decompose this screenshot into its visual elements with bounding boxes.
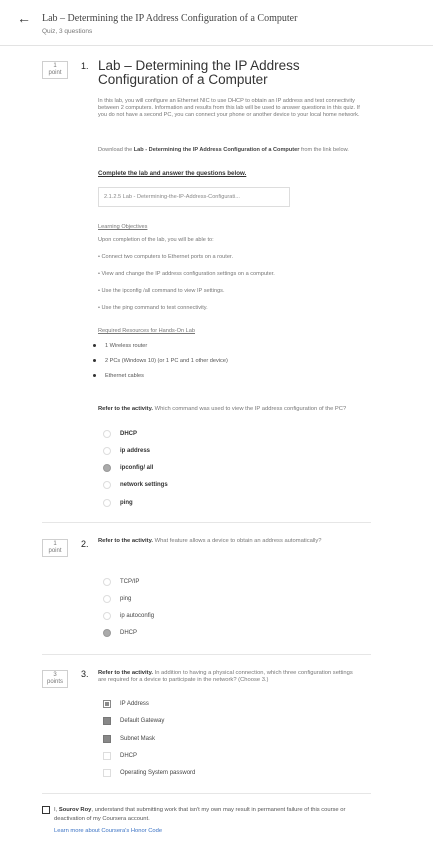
q3-points-badge: 3 points bbox=[42, 670, 68, 688]
radio-button-selected[interactable] bbox=[103, 464, 111, 472]
option-label: IP Address bbox=[120, 701, 149, 707]
option-label: Default Gateway bbox=[120, 718, 165, 724]
q1-points-value: 1 bbox=[53, 63, 57, 69]
q3-prompt-bold: Refer to the activity. bbox=[98, 670, 153, 676]
checkbox-checked[interactable] bbox=[103, 717, 111, 725]
q2-prompt-text: What feature allows a device to obtain a… bbox=[152, 538, 322, 544]
radio-button[interactable] bbox=[103, 481, 111, 489]
divider bbox=[42, 793, 371, 794]
objectives-heading: Learning Objectives bbox=[98, 224, 148, 230]
option-label: network settings bbox=[120, 482, 168, 488]
option-label: Operating System password bbox=[120, 770, 196, 776]
q1-number: 1. bbox=[81, 61, 89, 71]
bullet-icon bbox=[93, 374, 96, 378]
objective-item: • View and change the IP address configu… bbox=[98, 271, 275, 277]
radio-button[interactable] bbox=[103, 578, 111, 586]
checkbox-checked[interactable] bbox=[103, 700, 111, 708]
honor-text: , understand that submitting work that i… bbox=[54, 807, 346, 822]
resource-label: Ethernet cables bbox=[105, 373, 144, 379]
q1-download-text: Download the Lab - Determining the IP Ad… bbox=[98, 147, 360, 154]
resource-label: 1 Wireless router bbox=[105, 343, 148, 349]
quiz-title: Lab – Determining the IP Address Configu… bbox=[42, 13, 298, 24]
radio-button[interactable] bbox=[103, 595, 111, 603]
q2-prompt: Refer to the activity. What feature allo… bbox=[98, 538, 360, 545]
resource-item: 2 PCs (Windows 10) (or 1 PC and 1 other … bbox=[93, 358, 228, 364]
q3-points-value: 3 bbox=[53, 672, 57, 678]
q1-title: Lab – Determining the IP Address Configu… bbox=[98, 58, 300, 87]
bullet-icon bbox=[93, 344, 96, 348]
divider bbox=[42, 654, 371, 655]
q2-prompt-bold: Refer to the activity. bbox=[98, 538, 153, 544]
radio-button[interactable] bbox=[103, 447, 111, 455]
q3-prompt: Refer to the activity. In addition to ha… bbox=[98, 670, 360, 684]
download-prefix: Download the bbox=[98, 147, 134, 153]
option-label: ipconfig/ all bbox=[120, 465, 154, 471]
honor-code-statement: I, Sourov Roy, understand that submittin… bbox=[54, 806, 372, 824]
checkbox[interactable] bbox=[103, 752, 111, 760]
download-suffix: from the link below. bbox=[299, 147, 349, 153]
divider bbox=[42, 522, 371, 523]
honor-code-checkbox[interactable] bbox=[42, 806, 50, 814]
q2-points-value: 1 bbox=[53, 541, 57, 547]
q1-prompt: Refer to the activity. Which command was… bbox=[98, 406, 360, 413]
q1-intro: In this lab, you will configure an Ether… bbox=[98, 98, 360, 118]
option-label: ip address bbox=[120, 448, 151, 454]
resources-heading: Required Resources for Hands-On Lab bbox=[98, 328, 196, 334]
q1-prompt-text: Which command was used to view the IP ad… bbox=[152, 406, 347, 412]
complete-lab-instruction: Complete the lab and answer the question… bbox=[98, 170, 247, 177]
radio-button[interactable] bbox=[103, 430, 111, 438]
arrow-left-icon[interactable]: ← bbox=[17, 11, 31, 25]
q2-number: 2. bbox=[81, 539, 89, 549]
learner-name: Sourov Roy bbox=[58, 807, 92, 813]
quiz-header: ← Lab – Determining the IP Address Confi… bbox=[0, 0, 433, 46]
q3-number: 3. bbox=[81, 669, 89, 679]
objective-item: • Connect two computers to Ethernet port… bbox=[98, 254, 234, 260]
q1-prompt-bold: Refer to the activity. bbox=[98, 406, 153, 412]
q2-points-word: point bbox=[48, 548, 62, 554]
checkbox-checked[interactable] bbox=[103, 735, 111, 743]
option-label: TCP/IP bbox=[120, 579, 140, 585]
radio-button-selected[interactable] bbox=[103, 629, 111, 637]
option-label: ping bbox=[120, 596, 132, 602]
q1-points-badge: 1 point bbox=[42, 61, 68, 79]
lab-file-attachment[interactable]: 2.1.2.5 Lab - Determining-the-IP-Address… bbox=[98, 187, 290, 207]
resource-item: Ethernet cables bbox=[93, 373, 144, 379]
quiz-subtitle: Quiz, 3 questions bbox=[42, 28, 93, 35]
option-label: DHCP bbox=[120, 431, 138, 437]
q2-points-badge: 1 point bbox=[42, 539, 68, 557]
resource-label: 2 PCs (Windows 10) (or 1 PC and 1 other … bbox=[105, 358, 228, 364]
option-label: DHCP bbox=[120, 630, 138, 636]
radio-button[interactable] bbox=[103, 499, 111, 507]
honor-code-link[interactable]: Learn more about Coursera's Honor Code bbox=[54, 828, 162, 834]
option-label: Subnet Mask bbox=[120, 736, 156, 742]
objective-item: • Use the ipconfig /all command to view … bbox=[98, 288, 225, 294]
objectives-intro: Upon completion of the lab, you will be … bbox=[98, 237, 214, 243]
option-label: ping bbox=[120, 500, 133, 506]
objective-item: • Use the ping command to test connectiv… bbox=[98, 305, 208, 311]
checkbox[interactable] bbox=[103, 769, 111, 777]
option-label: DHCP bbox=[120, 753, 138, 759]
resource-item: 1 Wireless router bbox=[93, 343, 147, 349]
q1-points-word: point bbox=[48, 70, 62, 76]
q3-points-word: points bbox=[46, 679, 63, 685]
option-label: ip autoconfig bbox=[120, 613, 155, 619]
radio-button[interactable] bbox=[103, 612, 111, 620]
bullet-icon bbox=[93, 359, 96, 363]
download-lab-name: Lab - Determining the IP Address Configu… bbox=[133, 147, 300, 153]
